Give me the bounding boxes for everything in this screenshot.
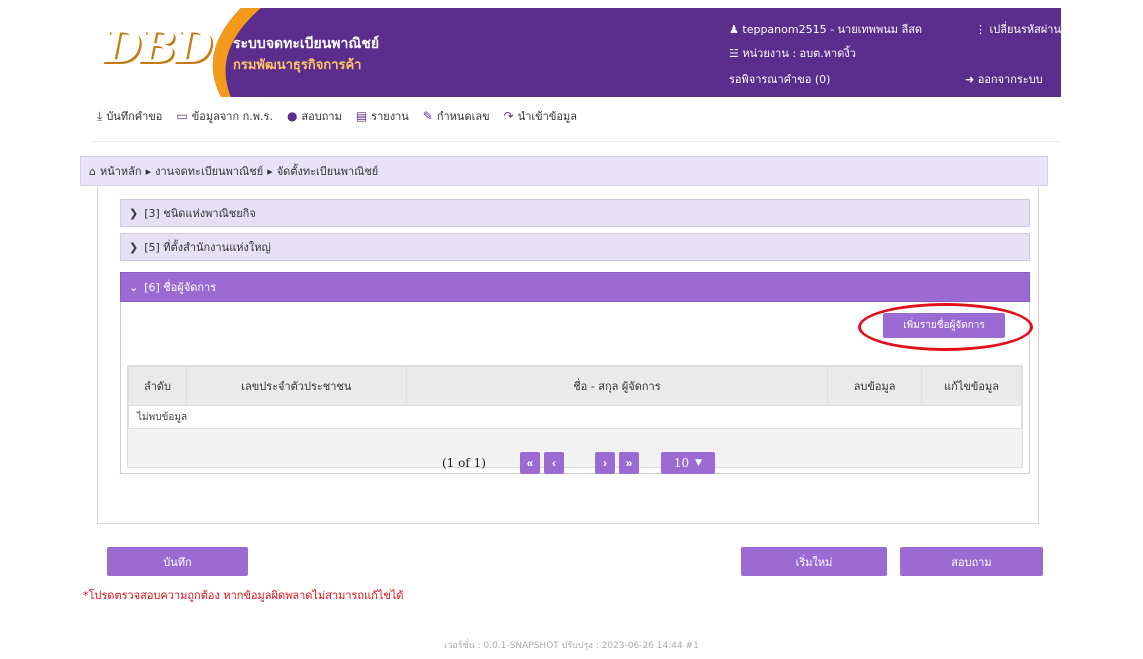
divider	[91, 141, 1061, 142]
chevron-right-icon: ❯	[129, 206, 139, 220]
col-manager-name: ชื่อ - สกุล ผู้จัดการ	[405, 366, 829, 406]
logout-link[interactable]: ➜ ออกจากระบบ	[965, 70, 1043, 88]
pagination: (1 of 1) « ‹ › » 10 ▼	[442, 452, 715, 474]
menu-set-number[interactable]: ✎ กำหนดเลข	[423, 107, 490, 125]
section-head-office[interactable]: ❯ [5] ที่ตั้งสำนักงานแห่งใหญ่	[120, 233, 1030, 261]
manager-table: ลำดับ เลขประจำตัวประชาชน ชื่อ - สกุล ผู้…	[128, 366, 1022, 429]
menu-save-request[interactable]: ⤓ บันทึกคำขอ	[97, 107, 162, 125]
menu-report[interactable]: ▤ รายงาน	[356, 107, 409, 125]
chat-icon: ●	[286, 109, 298, 123]
reset-button[interactable]: เริ่มใหม่	[741, 547, 887, 576]
unit-info: ☱ หน่วยงาน : อบต.หาดงิ้ว	[729, 47, 856, 60]
chevron-down-icon: ▼	[695, 458, 703, 468]
save-button[interactable]: บันทึก	[107, 547, 248, 576]
sitemap-icon: ☱	[729, 47, 739, 60]
app-header: DBD ระบบจดทะเบียนพาณิชย์ กรมพัฒนาธุรกิจก…	[91, 8, 1061, 97]
breadcrumb-home[interactable]: หน้าหลัก	[100, 162, 142, 180]
menu-import-data[interactable]: ↷ นำเข้าข้อมูล	[504, 107, 577, 125]
page-size-select[interactable]: 10 ▼	[660, 452, 715, 474]
col-delete: ลบข้อมูล	[827, 366, 923, 406]
key-icon: ⋮	[975, 23, 986, 36]
main-menu: ⤓ บันทึกคำขอ ▭ ข้อมูลจาก ก.พ.ร. ● สอบถาม…	[97, 105, 577, 127]
prev-page-button[interactable]: ‹	[543, 452, 564, 474]
col-citizen-id: เลขประจำตัวประชาชน	[185, 366, 407, 406]
table-row: ไม่พบข้อมูล	[128, 405, 1022, 429]
add-manager-button[interactable]: เพิ่มรายชื่อผู้จัดการ	[883, 313, 1005, 338]
menu-opdc-data[interactable]: ▭ ข้อมูลจาก ก.พ.ร.	[176, 107, 273, 125]
chevron-down-icon: ⌄	[129, 280, 139, 294]
dbd-logo: DBD	[103, 22, 213, 73]
breadcrumb-level1[interactable]: งานจดทะเบียนพาณิชย์	[155, 162, 263, 180]
page-info: (1 of 1)	[442, 456, 486, 470]
download-icon: ⤓	[97, 108, 103, 123]
logout-icon: ➜	[965, 73, 975, 86]
warning-text: *โปรดตรวจสอบความถูกต้อง หากข้อมูลผิดพลาด…	[83, 589, 404, 602]
inquire-button[interactable]: สอบถาม	[900, 547, 1043, 576]
section-business-type[interactable]: ❯ [3] ชนิดแห่งพาณิชยกิจ	[120, 199, 1030, 227]
user-info[interactable]: ♟ teppanom2515 - นายเทพพนม ลีสด	[729, 20, 922, 38]
menu-inquiry[interactable]: ● สอบถาม	[287, 107, 342, 125]
edit-icon: ✎	[422, 109, 433, 123]
version-footer: เวอร์ชั่น : 0.0.1-SNAPSHOT ปรับปรุง : 20…	[444, 641, 699, 651]
breadcrumb-level2: จัดตั้งทะเบียนพาณิชย์	[276, 165, 379, 178]
brand-title: ระบบจดทะเบียนพาณิชย์	[233, 36, 380, 52]
chevron-right-icon: ▸	[145, 164, 152, 178]
chevron-right-icon: ❯	[129, 240, 139, 254]
brand-subtitle: กรมพัฒนาธุรกิจการค้า	[233, 58, 362, 73]
document-icon: ▤	[355, 109, 368, 123]
user-icon: ♟	[729, 23, 739, 36]
col-order: ลำดับ	[128, 366, 187, 406]
import-icon: ↷	[503, 109, 514, 123]
section-manager-name[interactable]: ⌄ [6] ชื่อผู้จัดการ	[120, 272, 1030, 302]
col-edit: แก้ไขข้อมูล	[921, 366, 1022, 406]
last-page-button[interactable]: »	[618, 452, 639, 474]
chevron-right-icon: ▸	[267, 164, 273, 178]
empty-message: ไม่พบข้อมูล	[128, 405, 1022, 429]
breadcrumb: ⌂ หน้าหลัก ▸ งานจดทะเบียนพาณิชย์ ▸ จัดตั…	[80, 156, 1048, 186]
home-icon: ⌂	[89, 164, 96, 178]
pending-requests-link[interactable]: รอพิจารณาคำขอ (0)	[729, 70, 830, 88]
next-page-button[interactable]: ›	[594, 452, 615, 474]
change-password-link[interactable]: ⋮ เปลี่ยนรหัสผ่าน	[975, 20, 1061, 38]
user-name: teppanom2515 - นายเทพพนม ลีสด	[742, 23, 923, 36]
monitor-icon: ▭	[176, 109, 188, 123]
first-page-button[interactable]: «	[519, 452, 540, 474]
